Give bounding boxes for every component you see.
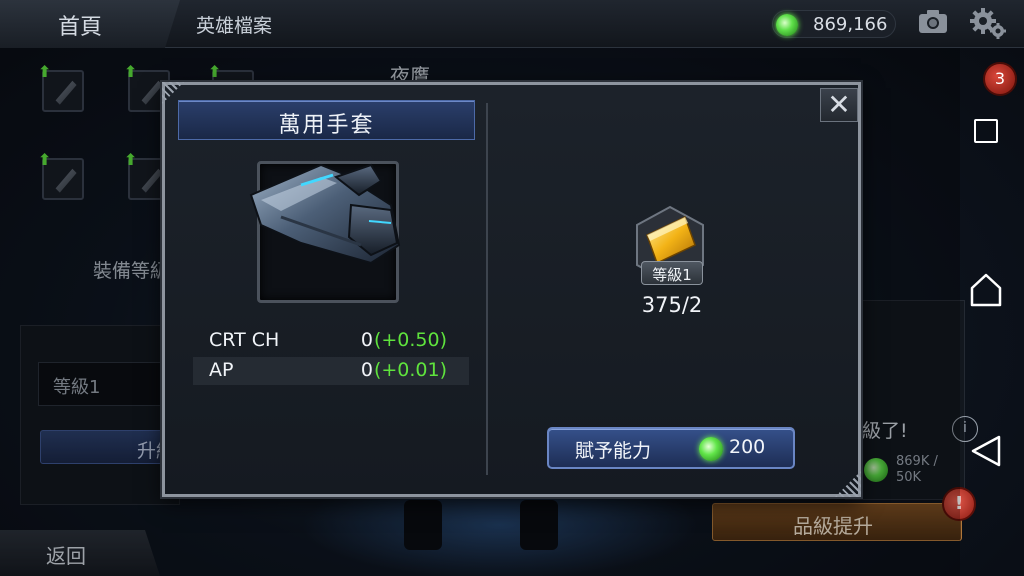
modal-divider [486, 103, 488, 475]
notification-badge[interactable]: 3 [983, 62, 1017, 96]
stat-bonus: (+0.50) [373, 329, 447, 351]
nav-home-icon[interactable] [968, 272, 1004, 308]
home-tab-label: 首頁 [58, 15, 103, 40]
catalyst-level-text: 等級1 [652, 266, 692, 284]
gem-icon [699, 437, 723, 461]
catalyst-count: 375/2 [641, 293, 703, 317]
grant-ability-cost: 200 [729, 436, 766, 458]
top-bar: 首頁 英雄檔案 869,166 [0, 0, 1024, 48]
grant-ability-button[interactable]: 賦予能力 200 [547, 427, 795, 469]
game-screen: 首頁 英雄檔案 869,166 ⬆ ⬆ ⬆ ⬆ ⬆ 夜鷹 裝備等級 等級1 升級… [0, 0, 1024, 576]
stat-name: CRT CH [209, 329, 280, 351]
stat-name: AP [209, 359, 234, 381]
currency-display: 869,166 [772, 10, 896, 38]
camera-icon[interactable] [918, 8, 948, 34]
stat-row-crit-chance: CRT CH 0 (+0.50) [193, 327, 469, 355]
stat-row-ap: AP 0 (+0.01) [193, 357, 469, 385]
nav-back-icon[interactable] [969, 433, 1003, 469]
home-tab[interactable]: 首頁 [0, 0, 180, 48]
stat-bonus: (+0.01) [373, 359, 447, 381]
item-name: 萬用手套 [278, 113, 375, 138]
item-detail-modal: ✕ 萬用手套 CRT CH 0 (+0.50) AP 0 (+0.01) 等級1… [162, 82, 861, 497]
stat-value: 0 [360, 359, 373, 381]
stat-value: 0 [360, 329, 373, 351]
close-icon[interactable]: ✕ [820, 88, 858, 122]
nav-recents-icon[interactable] [974, 119, 998, 143]
frame-corner-decoration [835, 471, 861, 497]
section-title: 英雄檔案 [196, 15, 273, 37]
gear-icon[interactable] [968, 6, 1008, 40]
gem-icon [776, 14, 798, 36]
item-title-banner: 萬用手套 [178, 100, 475, 140]
grant-ability-label: 賦予能力 [575, 440, 652, 462]
catalyst-level-badge: 等級1 [641, 261, 703, 285]
currency-amount: 869,166 [813, 14, 888, 35]
gauntlet-icon [249, 163, 401, 265]
